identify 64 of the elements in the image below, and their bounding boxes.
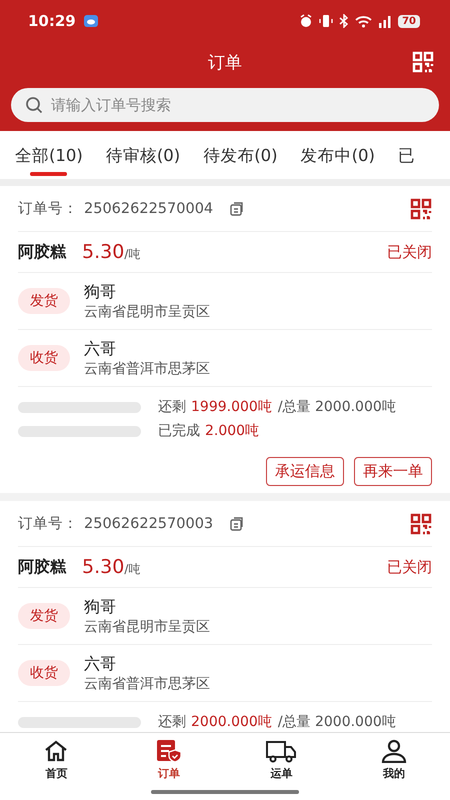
copy-icon[interactable] <box>229 201 244 216</box>
time: 10:29 <box>28 12 76 30</box>
copy-icon[interactable] <box>229 516 244 531</box>
total-amount: /总量 2000.000吨 <box>278 713 396 731</box>
price-unit: /吨 <box>124 562 140 576</box>
party-tag: 收货 <box>18 345 70 371</box>
order-number-label: 订单号： <box>18 200 78 218</box>
battery-icon: 70 <box>398 14 420 28</box>
filter-tab[interactable]: 已 <box>398 131 415 179</box>
truck-icon <box>265 739 298 763</box>
progress-value: 1999.000吨 <box>191 398 272 416</box>
product-name: 阿胶糕 <box>18 556 66 578</box>
address: 云南省普洱市思茅区 <box>84 360 210 378</box>
order-number: 25062622570004 <box>84 200 214 216</box>
progress-value: 2000.000吨 <box>191 713 272 731</box>
qr-code-icon[interactable] <box>410 198 432 220</box>
progress-label: 还剩 <box>158 713 186 731</box>
wifi-icon <box>355 14 372 28</box>
progress-label: 已完成 <box>158 422 200 440</box>
nav-tab[interactable]: 我的 <box>338 739 450 781</box>
product-name: 阿胶糕 <box>18 242 66 262</box>
contact-name: 狗哥 <box>84 596 117 618</box>
order-number-label: 订单号： <box>18 515 78 533</box>
filter-tab[interactable]: 待发布(0) <box>203 131 278 179</box>
action-button[interactable]: 承运信息 <box>266 457 344 486</box>
order-card[interactable]: 订单号： 25062622570003 阿胶糕 5.30/吨 已关闭 发货 狗哥 云南省昆明市呈贡区 收货 六哥 云南省普洱市思茅区 还剩 2000.000吨 /总量 2000.000吨 <box>0 501 450 732</box>
progress-label: 还剩 <box>158 398 186 416</box>
party-tag: 收货 <box>18 660 70 686</box>
page-title: 订单 <box>208 52 242 74</box>
address: 云南省普洱市思茅区 <box>84 674 210 692</box>
weather-icon <box>84 15 98 27</box>
total-amount: /总量 2000.000吨 <box>278 398 396 416</box>
price-unit: /吨 <box>124 247 140 261</box>
user-icon <box>380 739 407 763</box>
filter-tab[interactable]: 全部(10) <box>15 131 83 179</box>
price: 5.30 <box>82 556 124 578</box>
contact-name: 狗哥 <box>84 282 117 302</box>
bluetooth-icon <box>339 14 350 28</box>
order-number: 25062622570003 <box>84 516 214 532</box>
order-card[interactable]: 订单号： 25062622570004 阿胶糕 5.30/吨 已关闭 发货 狗哥 云南省昆明市呈贡区 收货 六哥 云南省普洱市思茅区 还剩 1999.000吨 /总量 2000.000吨 已完成 2.000吨 承运信息 再来一单 <box>0 186 450 493</box>
order-status: 已关闭 <box>387 242 432 262</box>
party-tag: 发货 <box>18 603 70 629</box>
filter-tab[interactable]: 发布中(0) <box>300 131 375 179</box>
address: 云南省昆明市呈贡区 <box>84 302 210 320</box>
alarm-icon <box>299 14 314 28</box>
order-status: 已关闭 <box>387 558 432 576</box>
price: 5.30 <box>82 241 124 263</box>
contact-name: 六哥 <box>84 338 117 360</box>
progress-value: 2.000吨 <box>205 422 260 440</box>
nav-tab[interactable]: 运单 <box>225 739 338 781</box>
nav-tab[interactable]: 首页 <box>0 739 112 781</box>
qr-code-icon[interactable] <box>412 51 434 73</box>
signal-icon <box>378 14 392 28</box>
vibrate-icon <box>319 14 334 28</box>
contact-name: 六哥 <box>84 654 117 674</box>
search-field[interactable]: 请输入订单号搜索 <box>11 88 439 122</box>
nav-tab[interactable]: 订单 <box>112 739 225 781</box>
home-icon <box>43 739 70 763</box>
filter-tab[interactable]: 待审核(0) <box>106 131 180 179</box>
party-tag: 发货 <box>18 288 70 314</box>
qr-code-icon[interactable] <box>410 512 432 534</box>
action-button[interactable]: 再来一单 <box>354 457 432 486</box>
address: 云南省昆明市呈贡区 <box>84 618 210 636</box>
document-shield-icon <box>154 739 183 763</box>
